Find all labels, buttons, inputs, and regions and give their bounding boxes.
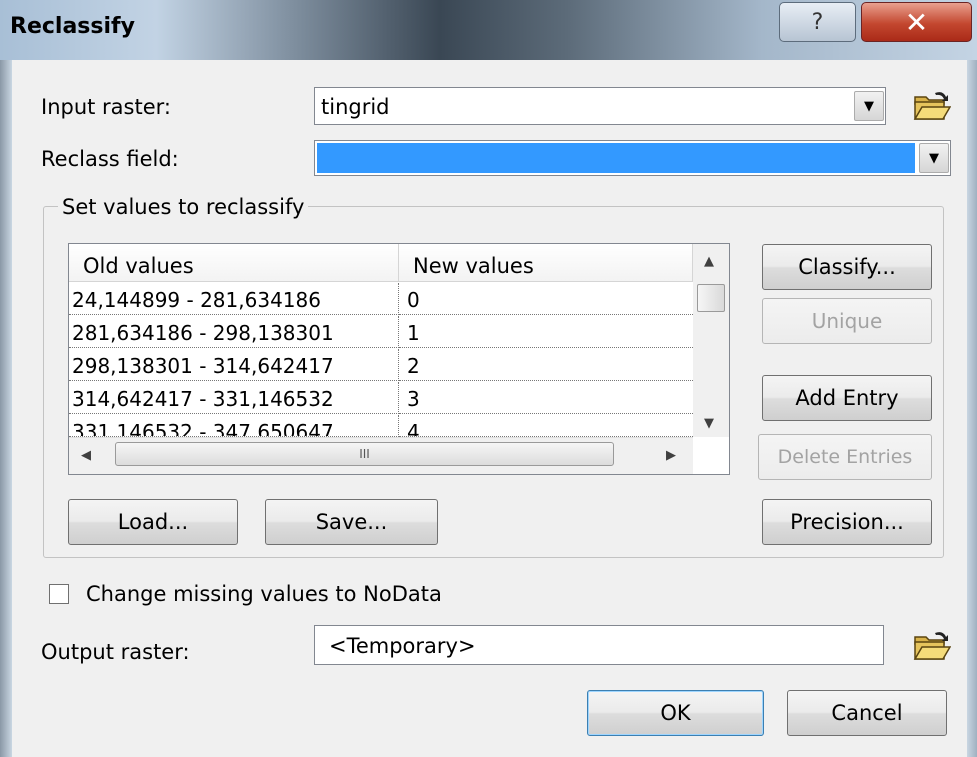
unique-button[interactable]: Unique: [762, 298, 932, 344]
table-cell-new[interactable]: 0: [399, 283, 693, 315]
window-title: Reclassify: [10, 14, 135, 39]
reclass-field-combo[interactable]: ▼: [314, 140, 951, 176]
folder-open-icon: [913, 632, 951, 660]
scroll-up-icon[interactable]: ▲: [704, 254, 714, 269]
reclass-field-dropdown-button[interactable]: ▼: [919, 143, 949, 173]
help-button[interactable]: ?: [779, 2, 856, 42]
reclass-table[interactable]: Old values New values 24,144899 - 281,63…: [68, 243, 730, 475]
column-header-old-values[interactable]: Old values: [69, 244, 399, 282]
chevron-down-icon: ▼: [864, 98, 874, 114]
help-icon: ?: [811, 9, 824, 35]
reclass-field-selection: [317, 143, 915, 173]
input-raster-combo[interactable]: tingrid ▼: [314, 87, 886, 125]
table-cell-old[interactable]: 298,138301 - 314,642417: [69, 349, 399, 381]
window-frame-left: [0, 60, 12, 757]
table-cell-old[interactable]: 331,146532 - 347,650647: [69, 415, 399, 437]
chevron-down-icon: ▼: [929, 150, 939, 166]
add-entry-button[interactable]: Add Entry: [762, 375, 932, 421]
table-cell-new[interactable]: 3: [399, 382, 693, 414]
delete-entries-button[interactable]: Delete Entries: [758, 434, 932, 480]
scroll-down-icon[interactable]: ▼: [704, 416, 714, 431]
table-cell-new[interactable]: 1: [399, 316, 693, 348]
table-cell-new[interactable]: 4: [399, 415, 693, 437]
save-button[interactable]: Save...: [265, 499, 438, 545]
groupbox-title: Set values to reclassify: [58, 195, 309, 219]
reclass-field-label: Reclass field:: [41, 147, 179, 171]
cancel-button[interactable]: Cancel: [787, 690, 947, 736]
ok-button[interactable]: OK: [587, 690, 764, 736]
input-raster-browse-button[interactable]: [910, 86, 954, 126]
scroll-right-icon[interactable]: ▶: [666, 448, 676, 463]
output-raster-browse-button[interactable]: [910, 626, 954, 666]
input-raster-dropdown-button[interactable]: ▼: [854, 91, 884, 121]
scroll-grip-icon: III: [359, 447, 370, 461]
column-header-new-values[interactable]: New values: [399, 244, 693, 282]
input-raster-label: Input raster:: [41, 95, 171, 119]
nodata-checkbox-label[interactable]: Change missing values to NoData: [86, 582, 442, 606]
close-button[interactable]: ✕: [861, 2, 972, 42]
vertical-scroll-thumb[interactable]: [697, 284, 725, 312]
table-cell-old[interactable]: 24,144899 - 281,634186: [69, 283, 399, 315]
input-raster-value: tingrid: [321, 95, 390, 119]
table-horizontal-scrollbar[interactable]: ◀ III ▶: [69, 437, 693, 474]
table-cell-new[interactable]: 2: [399, 349, 693, 381]
load-button[interactable]: Load...: [68, 499, 238, 545]
scroll-left-icon[interactable]: ◀: [81, 448, 91, 463]
folder-open-icon: [913, 92, 951, 120]
table-cell-old[interactable]: 281,634186 - 298,138301: [69, 316, 399, 348]
output-raster-label: Output raster:: [41, 640, 190, 664]
classify-button[interactable]: Classify...: [762, 244, 932, 290]
precision-button[interactable]: Precision...: [762, 499, 932, 545]
horizontal-scroll-thumb[interactable]: III: [115, 442, 614, 466]
output-raster-input[interactable]: <Temporary>: [314, 625, 884, 665]
close-icon: ✕: [904, 5, 929, 39]
output-raster-value: <Temporary>: [329, 634, 476, 658]
nodata-checkbox[interactable]: [49, 584, 69, 604]
table-cell-old[interactable]: 314,642417 - 331,146532: [69, 382, 399, 414]
table-vertical-scrollbar[interactable]: ▲ ▼: [693, 244, 729, 437]
window-frame-right: [967, 60, 977, 757]
